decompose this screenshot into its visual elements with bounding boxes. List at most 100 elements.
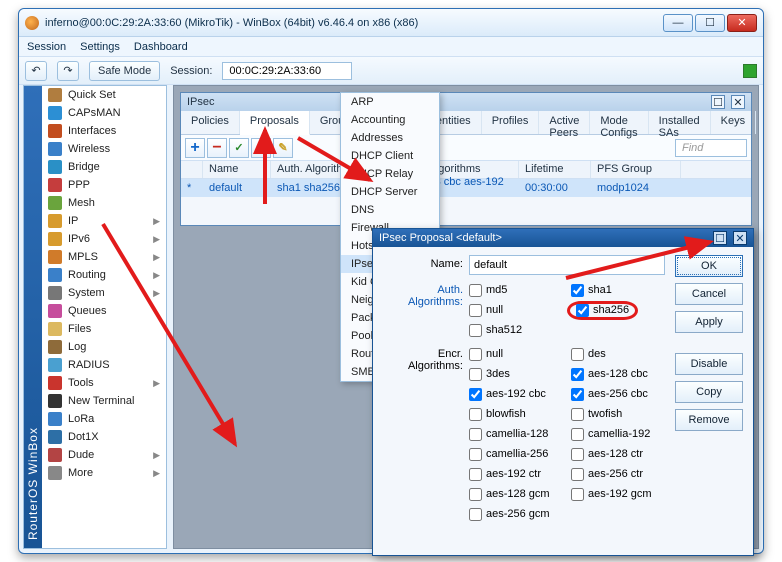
redo-button[interactable]: ↷ — [57, 61, 79, 81]
checkbox[interactable] — [571, 388, 584, 401]
remove-dialog-button[interactable]: Remove — [675, 409, 743, 431]
sidebar-item-ppp[interactable]: PPP — [42, 176, 166, 194]
encr-opt-aes-192-ctr[interactable]: aes-192 ctr — [469, 465, 563, 483]
checkbox[interactable] — [571, 448, 584, 461]
enable-button[interactable]: ✓ — [229, 138, 249, 158]
submenu-item-dns[interactable]: DNS — [341, 201, 439, 219]
dialog-close-icon[interactable]: ✕ — [733, 231, 747, 245]
sidebar-item-lora[interactable]: LoRa — [42, 410, 166, 428]
checkbox[interactable] — [469, 368, 482, 381]
submenu-item-addresses[interactable]: Addresses — [341, 129, 439, 147]
checkbox[interactable] — [469, 284, 482, 297]
sidebar-item-files[interactable]: Files — [42, 320, 166, 338]
checkbox[interactable] — [469, 304, 482, 317]
submenu-item-arp[interactable]: ARP — [341, 93, 439, 111]
sidebar-item-interfaces[interactable]: Interfaces — [42, 122, 166, 140]
encr-opt-aes-192-cbc[interactable]: aes-192 cbc — [469, 385, 563, 403]
auth-opt-sha256[interactable]: sha256 — [571, 301, 665, 319]
ipsec-close-icon[interactable]: ✕ — [731, 95, 745, 109]
sidebar-item-ipv6[interactable]: IPv6▶ — [42, 230, 166, 248]
tab-mode-configs[interactable]: Mode Configs — [590, 111, 648, 134]
sidebar-item-more[interactable]: More▶ — [42, 464, 166, 482]
menu-settings[interactable]: Settings — [80, 41, 120, 53]
encr-opt-aes-128-cbc[interactable]: aes-128 cbc — [571, 365, 665, 383]
sidebar-item-system[interactable]: System▶ — [42, 284, 166, 302]
sidebar-item-wireless[interactable]: Wireless — [42, 140, 166, 158]
submenu-item-dhcp-server[interactable]: DHCP Server — [341, 183, 439, 201]
encr-opt-twofish[interactable]: twofish — [571, 405, 665, 423]
close-button[interactable]: ✕ — [727, 14, 757, 32]
auth-opt-md5[interactable]: md5 — [469, 281, 563, 299]
tab-proposals[interactable]: Proposals — [240, 111, 310, 135]
encr-opt-null[interactable]: null — [469, 345, 563, 363]
tab-active-peers[interactable]: Active Peers — [539, 111, 590, 134]
checkbox[interactable] — [576, 304, 589, 317]
sidebar-item-bridge[interactable]: Bridge — [42, 158, 166, 176]
proposal-titlebar[interactable]: IPsec Proposal <default> ☐ ✕ — [373, 229, 753, 247]
cancel-button[interactable]: Cancel — [675, 283, 743, 305]
tab-keys[interactable]: Keys — [711, 111, 756, 134]
encr-opt-aes-256-gcm[interactable]: aes-256 gcm — [469, 505, 563, 523]
find-input[interactable]: Find — [675, 139, 747, 157]
col-lifetime[interactable]: Lifetime — [519, 161, 591, 178]
checkbox[interactable] — [571, 488, 584, 501]
checkbox[interactable] — [469, 448, 482, 461]
ipsec-maximize-icon[interactable]: ☐ — [711, 95, 725, 109]
sidebar-item-new-terminal[interactable]: New Terminal — [42, 392, 166, 410]
undo-button[interactable]: ↶ — [25, 61, 47, 81]
ipsec-window-titlebar[interactable]: IPsec ☐ ✕ — [181, 93, 751, 111]
apply-button[interactable]: Apply — [675, 311, 743, 333]
disable-dialog-button[interactable]: Disable — [675, 353, 743, 375]
comment-button[interactable]: ✎ — [273, 138, 293, 158]
session-value[interactable]: 00:0C:29:2A:33:60 — [222, 62, 352, 80]
sidebar-item-queues[interactable]: Queues — [42, 302, 166, 320]
checkbox[interactable] — [469, 428, 482, 441]
checkbox[interactable] — [469, 348, 482, 361]
submenu-item-dhcp-client[interactable]: DHCP Client — [341, 147, 439, 165]
checkbox[interactable] — [469, 408, 482, 421]
checkbox[interactable] — [571, 408, 584, 421]
checkbox[interactable] — [469, 488, 482, 501]
encr-opt-camellia-128[interactable]: camellia-128 — [469, 425, 563, 443]
sidebar-item-quick-set[interactable]: Quick Set — [42, 86, 166, 104]
copy-button[interactable]: Copy — [675, 381, 743, 403]
table-row[interactable]: * default sha1 sha256 aes-128 cbc aes-19… — [181, 179, 751, 197]
col-pfs[interactable]: PFS Group — [591, 161, 681, 178]
dialog-maximize-icon[interactable]: ☐ — [713, 231, 727, 245]
encr-opt-aes-192-gcm[interactable]: aes-192 gcm — [571, 485, 665, 503]
checkbox[interactable] — [571, 428, 584, 441]
safe-mode-button[interactable]: Safe Mode — [89, 61, 160, 81]
tab-profiles[interactable]: Profiles — [482, 111, 540, 134]
auth-opt-sha512[interactable]: sha512 — [469, 321, 563, 339]
auth-label[interactable]: Auth. Algorithms: — [383, 281, 469, 308]
tab-installed-sas[interactable]: Installed SAs — [649, 111, 711, 134]
encr-opt-camellia-192[interactable]: camellia-192 — [571, 425, 665, 443]
auth-opt-sha1[interactable]: sha1 — [571, 281, 665, 299]
checkbox[interactable] — [571, 468, 584, 481]
minimize-button[interactable]: — — [663, 14, 693, 32]
sidebar-item-mesh[interactable]: Mesh — [42, 194, 166, 212]
col-name[interactable]: Name — [203, 161, 271, 178]
titlebar[interactable]: inferno@00:0C:29:2A:33:60 (MikroTik) - W… — [19, 9, 763, 37]
remove-button[interactable]: − — [207, 138, 227, 158]
name-input[interactable] — [469, 255, 665, 275]
checkbox[interactable] — [571, 348, 584, 361]
sidebar-item-radius[interactable]: RADIUS — [42, 356, 166, 374]
submenu-item-dhcp-relay[interactable]: DHCP Relay — [341, 165, 439, 183]
encr-opt-aes-128-gcm[interactable]: aes-128 gcm — [469, 485, 563, 503]
checkbox[interactable] — [571, 284, 584, 297]
encr-opt-aes-256-ctr[interactable]: aes-256 ctr — [571, 465, 665, 483]
encr-opt-blowfish[interactable]: blowfish — [469, 405, 563, 423]
sidebar-item-tools[interactable]: Tools▶ — [42, 374, 166, 392]
sidebar-item-dot1x[interactable]: Dot1X — [42, 428, 166, 446]
tab-policies[interactable]: Policies — [181, 111, 240, 134]
checkbox[interactable] — [469, 468, 482, 481]
sidebar-item-ip[interactable]: IP▶ — [42, 212, 166, 230]
encr-opt-aes-128-ctr[interactable]: aes-128 ctr — [571, 445, 665, 463]
maximize-button[interactable]: ☐ — [695, 14, 725, 32]
add-button[interactable]: + — [185, 138, 205, 158]
sidebar-item-dude[interactable]: Dude▶ — [42, 446, 166, 464]
disable-button[interactable]: ✖ — [251, 138, 271, 158]
ok-button[interactable]: OK — [675, 255, 743, 277]
sidebar-item-capsman[interactable]: CAPsMAN — [42, 104, 166, 122]
